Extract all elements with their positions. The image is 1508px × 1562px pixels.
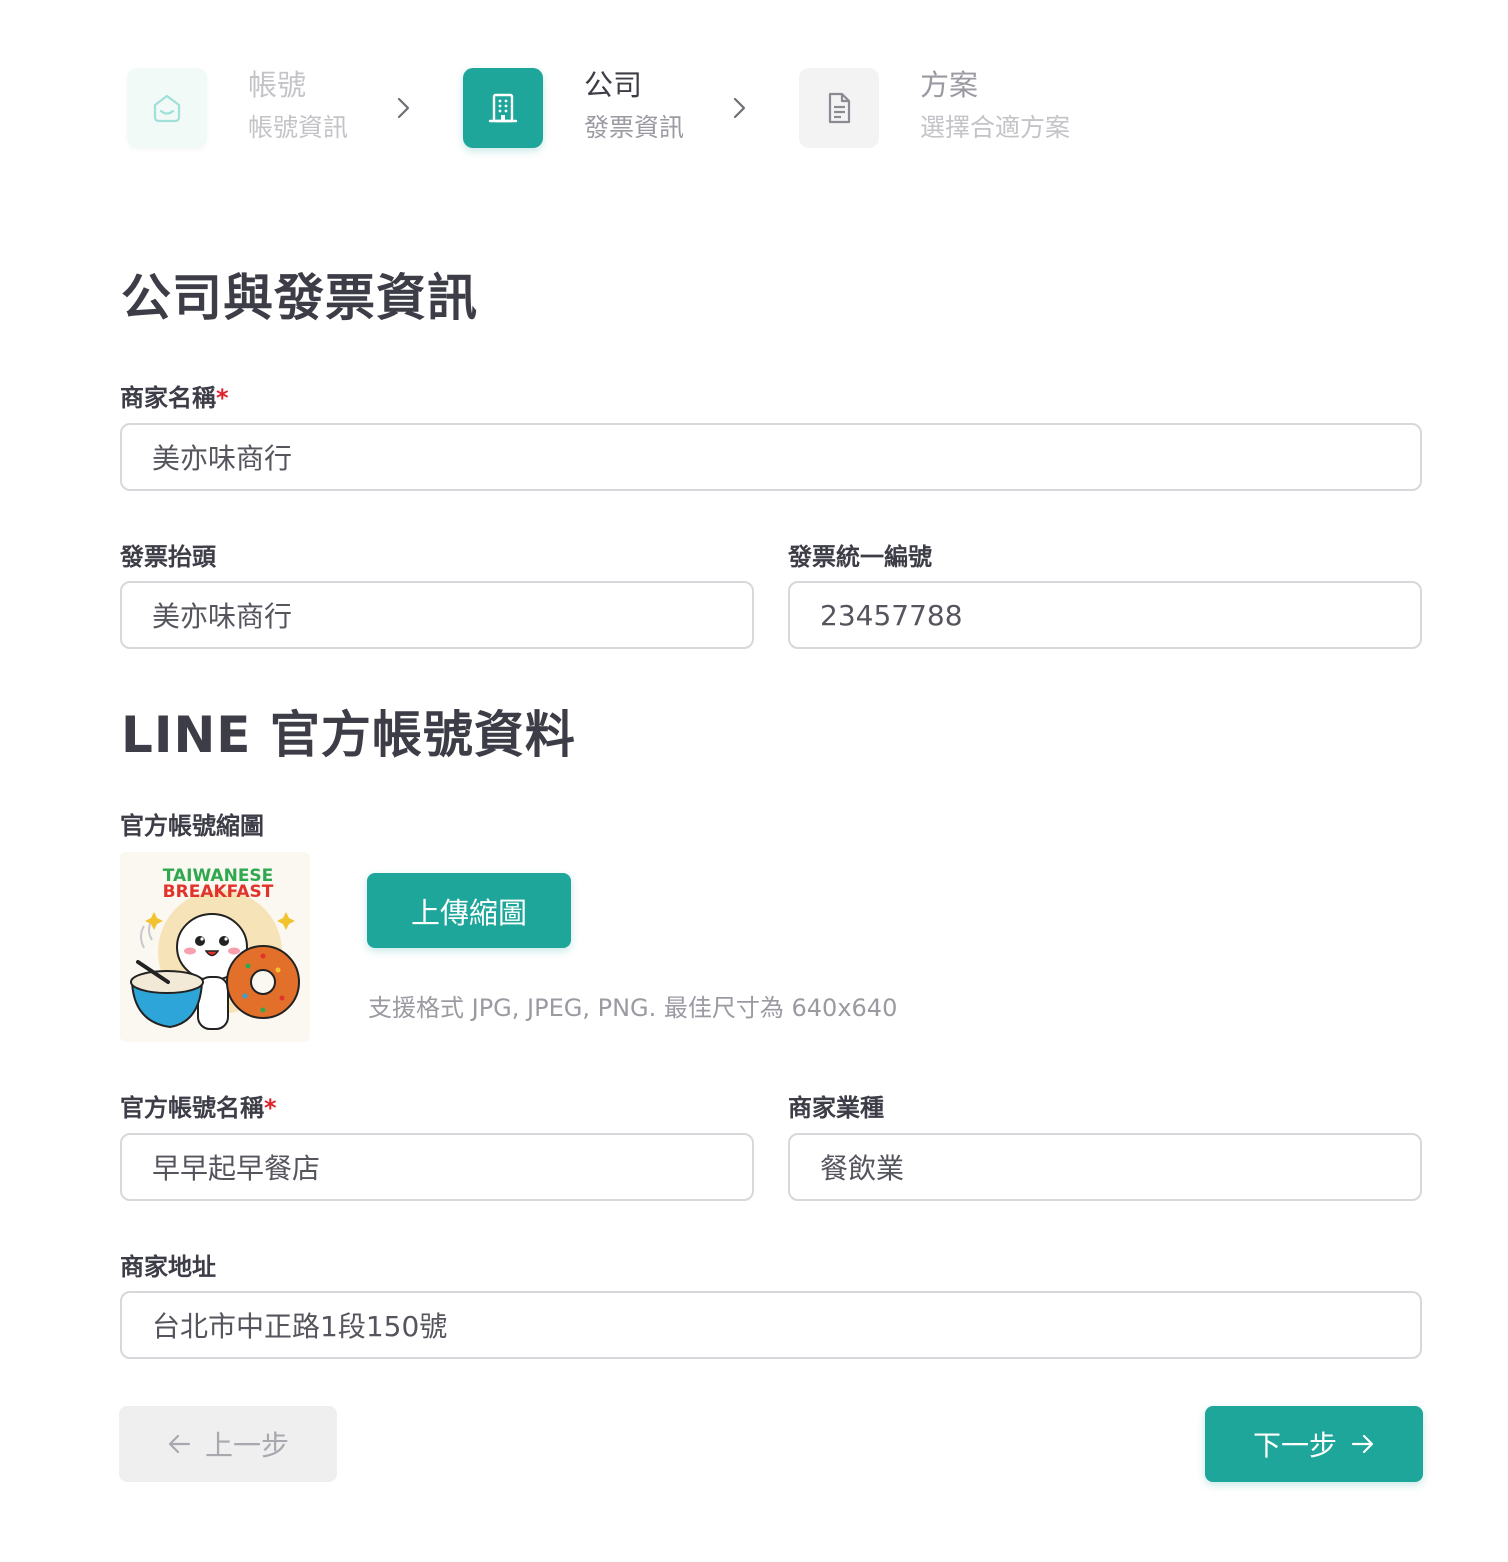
address-label: 商家地址 — [120, 1253, 216, 1281]
thumbnail-image: TAIWANESE BREAKFAST — [120, 852, 310, 1042]
label-text: 官方帳號名稱 — [120, 1094, 264, 1122]
tax-id-label: 發票統一編號 — [788, 543, 932, 571]
document-icon — [799, 68, 879, 148]
next-step-label: 下一步 — [1252, 1429, 1337, 1462]
invoice-title-label: 發票抬頭 — [120, 543, 216, 571]
thumbnail-label: 官方帳號縮圖 — [120, 812, 264, 840]
tax-id-input[interactable] — [788, 581, 1422, 649]
merchant-name-label: 商家名稱* — [120, 378, 229, 413]
address-input[interactable] — [120, 1291, 1422, 1359]
next-step-button[interactable]: 下一步 — [1205, 1406, 1423, 1482]
step-title: 公司 — [584, 68, 643, 102]
building-icon — [463, 68, 543, 148]
thumbnail-text-bottom: BREAKFAST — [163, 882, 274, 902]
upload-hint: 支援格式 JPG, JPEG, PNG. 最佳尺寸為 640x640 — [368, 994, 898, 1022]
invoice-title-input[interactable] — [120, 581, 754, 649]
merchant-name-input[interactable] — [120, 423, 1422, 491]
step-subtitle: 選擇合適方案 — [920, 113, 1071, 142]
required-mark: * — [264, 1094, 277, 1122]
company-section-title: 公司與發票資訊 — [121, 269, 478, 327]
chevron-right-icon — [397, 97, 410, 119]
arrow-right-icon — [1351, 1434, 1374, 1454]
stepper: 帳號 帳號資訊 公司 發票資訊 方案 選擇合適方案 — [127, 68, 1127, 148]
prev-step-label: 上一步 — [204, 1429, 289, 1462]
industry-label: 商家業種 — [788, 1094, 884, 1122]
step-subtitle: 帳號資訊 — [248, 113, 349, 142]
arrow-left-icon — [168, 1434, 191, 1454]
label-text: 商家名稱 — [120, 384, 216, 412]
required-mark: * — [216, 384, 229, 412]
line-section-title: LINE 官方帳號資料 — [121, 706, 576, 764]
industry-input[interactable] — [788, 1133, 1422, 1201]
step-subtitle: 發票資訊 — [584, 113, 685, 142]
upload-thumbnail-button[interactable]: 上傳縮圖 — [367, 873, 571, 948]
chevron-right-icon — [733, 97, 746, 119]
oa-name-input[interactable] — [120, 1133, 754, 1201]
step-title: 方案 — [920, 68, 979, 102]
account-icon — [127, 68, 207, 148]
step-title: 帳號 — [248, 68, 307, 102]
prev-step-button[interactable]: 上一步 — [119, 1406, 337, 1482]
oa-name-label: 官方帳號名稱* — [120, 1088, 277, 1123]
